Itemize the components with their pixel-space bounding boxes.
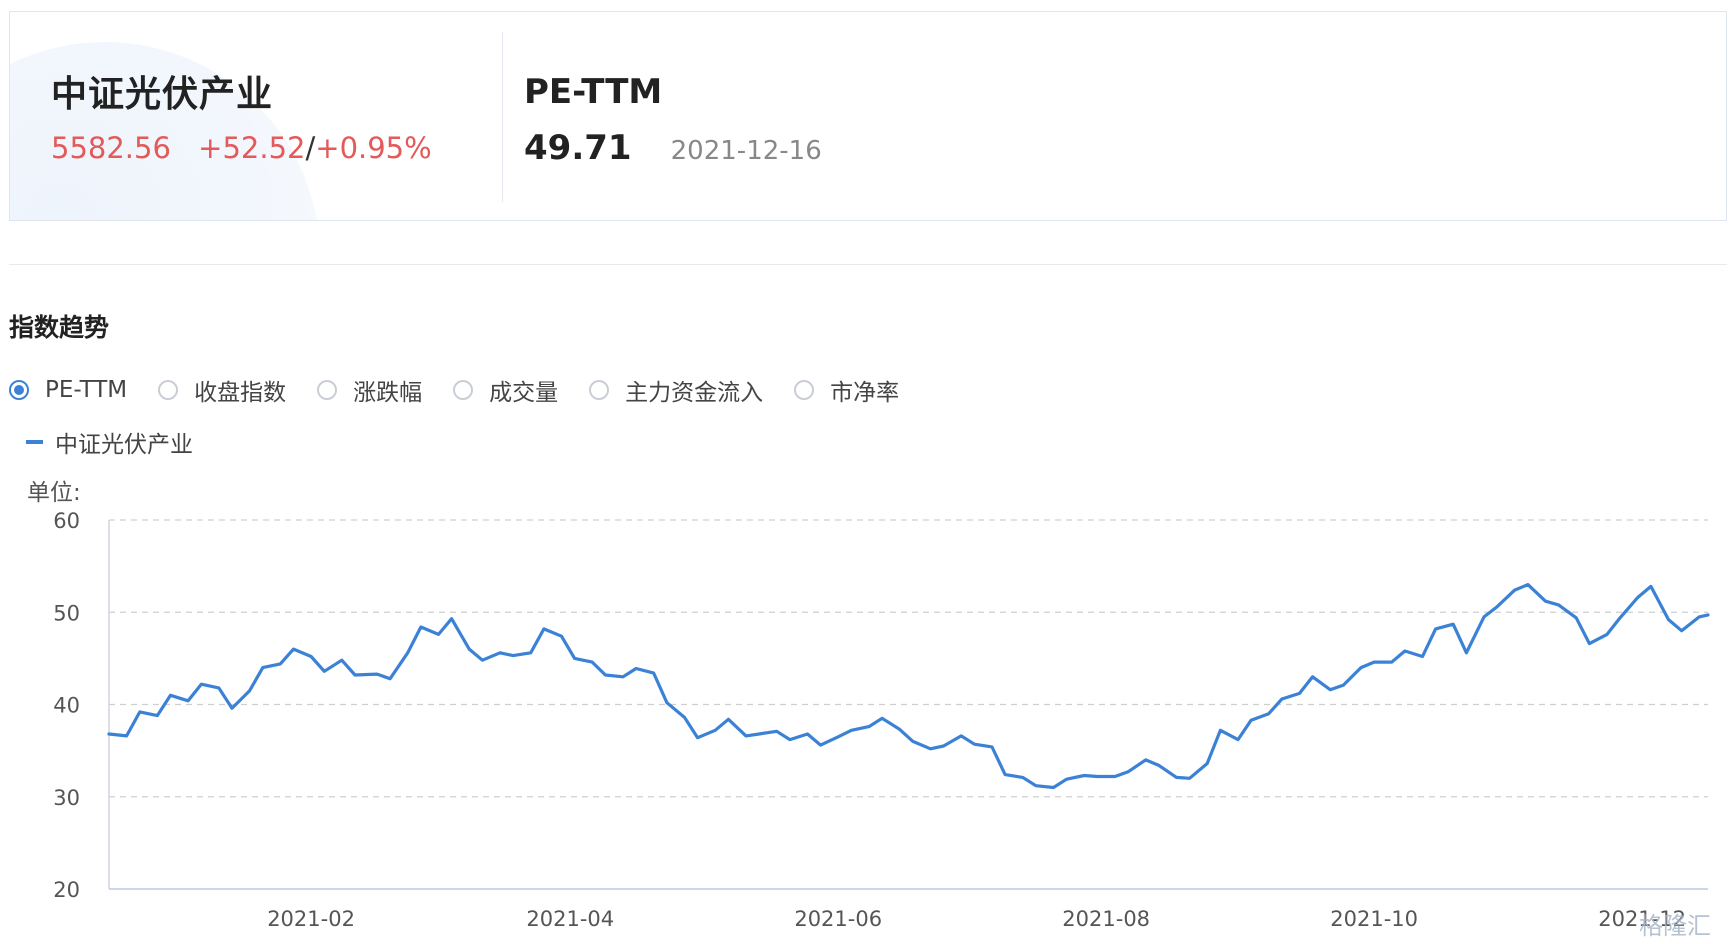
y-tick-label: 30 [53, 786, 80, 810]
y-tick-label: 50 [53, 601, 80, 625]
x-tick-label: 2021-10 [1330, 907, 1418, 931]
x-tick-label: 2021-06 [794, 907, 882, 931]
y-tick-label: 40 [53, 694, 80, 718]
x-tick-label: 2021-02 [267, 907, 355, 931]
x-tick-label: 2021-08 [1062, 907, 1150, 931]
x-tick-label: 2021-04 [526, 907, 614, 931]
y-tick-label: 60 [53, 509, 80, 533]
pe-ttm-line-chart: 单位: 20 30 40 50 60 2021-02 2021-04 2021-06 2021-0… [27, 480, 1710, 931]
series-line [107, 583, 1710, 790]
watermark-logo: 格隆汇 [1639, 912, 1711, 940]
unit-label: 单位: [27, 480, 81, 506]
y-tick-label: 20 [53, 878, 80, 902]
